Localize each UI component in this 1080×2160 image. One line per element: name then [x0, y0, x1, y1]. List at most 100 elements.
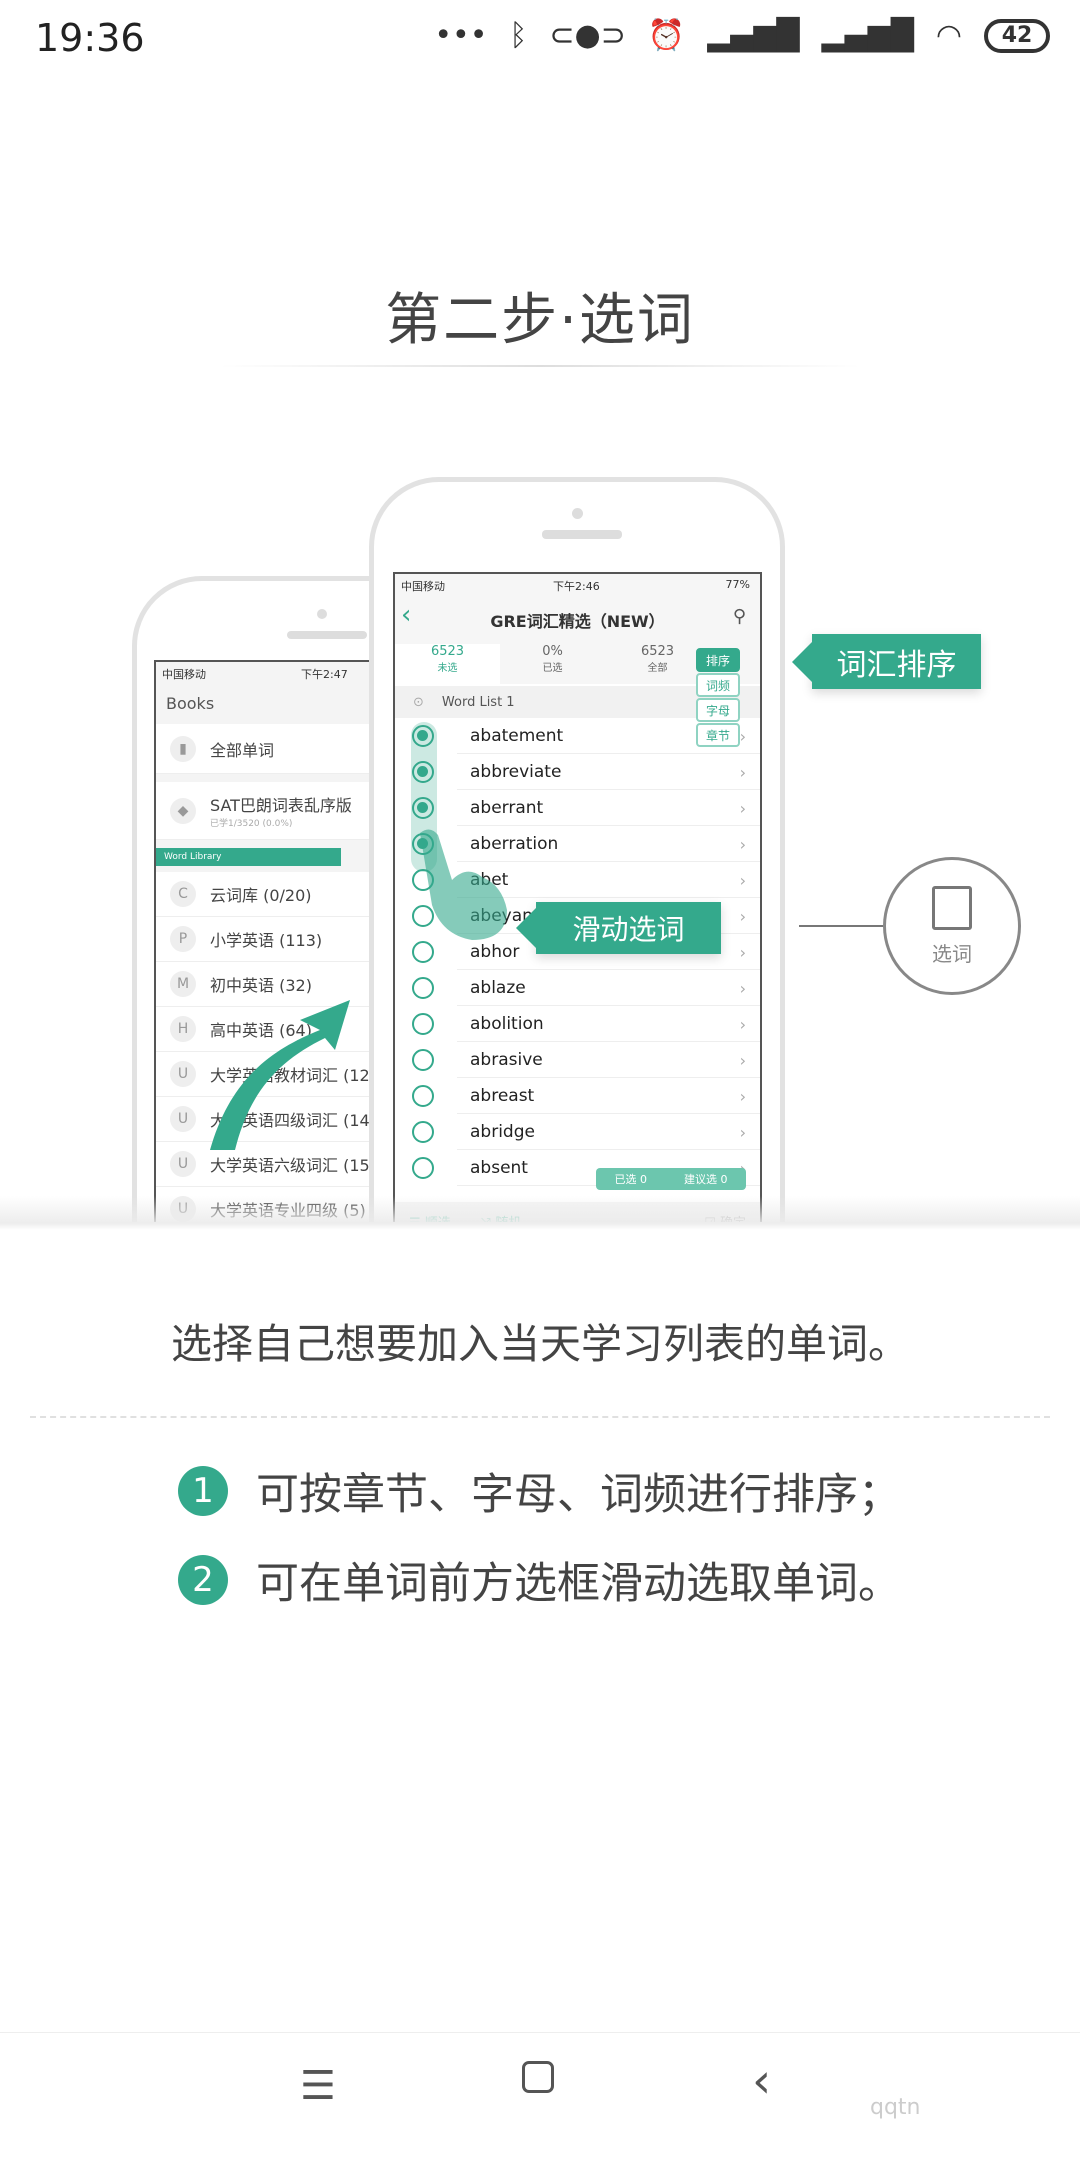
tip-item: 2 可在单词前方选框滑动选取单词。 — [178, 1549, 901, 1611]
book-item[interactable]: ◆ SAT巴朗词表乱序版 已学1/3520 (0.0%) — [156, 782, 392, 840]
select-checkbox[interactable] — [412, 1049, 434, 1071]
book-progress: 已学1/3520 (0.0%) — [210, 819, 293, 829]
tab-value: 6523 — [430, 644, 465, 659]
suggested-count: 建议选 0 — [684, 1173, 728, 1186]
signal-icon: ▂▄▆█ — [821, 18, 914, 53]
chevron-right-icon: › — [739, 1014, 746, 1034]
word-label: abrasive — [470, 1050, 543, 1070]
select-checkbox[interactable] — [412, 1085, 434, 1107]
status-icons: ••• ᛒ ⊂●⊃ ⏰ ▂▄▆█ ▂▄▆█ ◠ 42 — [434, 18, 1050, 53]
chevron-right-icon: › — [739, 870, 746, 890]
tab-value: 0% — [542, 644, 563, 659]
illustration-fade — [0, 1196, 1080, 1230]
books-header: Books — [166, 694, 215, 713]
status-carrier: 中国移动 — [162, 668, 206, 681]
alarm-icon: ⏰ — [647, 18, 686, 53]
bluetooth-icon: ᛒ — [509, 18, 528, 53]
list-header-label: Word List 1 — [441, 694, 515, 710]
menu-icon[interactable]: ☰ — [300, 2063, 336, 2109]
circle-label: 选词 — [932, 941, 972, 966]
stat-tab[interactable]: 6523 未选 — [395, 644, 500, 684]
word-label: abreast — [470, 1086, 535, 1106]
nav-title: GRE词汇精选（NEW） — [490, 612, 665, 631]
book-label: 全部单词 — [210, 740, 275, 760]
word-label: abatement — [470, 726, 564, 746]
word-row[interactable]: abolition › — [395, 1006, 760, 1042]
word-label: aberrant — [470, 798, 544, 818]
tip-text: 可在单词前方选框滑动选取单词。 — [256, 1559, 901, 1609]
library-badge: M — [170, 971, 196, 997]
status-battery: 77% — [725, 578, 750, 591]
chevron-right-icon: › — [739, 798, 746, 818]
library-badge: U — [170, 1106, 196, 1132]
chevron-right-icon: › — [739, 942, 746, 962]
word-row[interactable]: abreast › — [395, 1078, 760, 1114]
dashed-divider — [30, 1416, 1050, 1418]
status-bar: 19:36 ••• ᛒ ⊂●⊃ ⏰ ▂▄▆█ ▂▄▆█ ◠ 42 — [0, 0, 1080, 80]
bookmark-icon: ◆ — [170, 797, 196, 824]
library-badge: P — [170, 926, 196, 952]
toggle-icon: ⊂●⊃ — [549, 18, 626, 53]
connector-line — [799, 925, 883, 927]
navigation-bar: ☰ ‹ qqtn — [0, 2032, 1080, 2160]
select-checkbox[interactable] — [412, 1121, 434, 1143]
library-label: 云词库 (0/20) — [210, 886, 312, 905]
tab-label: 已选 — [542, 663, 563, 674]
word-label: absent — [470, 1158, 528, 1178]
word-row[interactable]: ablaze › — [395, 970, 760, 1006]
more-dots-icon: ••• — [434, 18, 488, 53]
library-label: 小学英语 (113) — [210, 931, 323, 950]
word-row[interactable]: abatement › — [395, 718, 760, 754]
word-label: abbreviate — [470, 762, 562, 782]
selected-count: 已选 0 — [614, 1173, 648, 1186]
chevron-right-icon: › — [739, 1086, 746, 1106]
home-icon[interactable] — [522, 2061, 554, 2093]
sort-callout: 词汇排序 — [792, 634, 981, 689]
back-icon[interactable]: ‹ — [752, 2053, 771, 2109]
chevron-right-icon: › — [739, 978, 746, 998]
list-header[interactable]: ⊙ Word List 1 — [395, 686, 760, 718]
word-label: abridge — [470, 1122, 535, 1142]
illustration: 中国移动 下午2:47 Books ▮ 全部单词 ◆ SAT巴朗词表乱序版 已学1/3… — [0, 470, 1080, 1222]
tip-item: 1 可按章节、字母、词频进行排序； — [178, 1460, 901, 1522]
battery-icon: 42 — [984, 18, 1050, 53]
library-item[interactable]: P 小学英语 (113) — [156, 917, 392, 962]
chevron-right-icon: › — [739, 834, 746, 854]
select-checkbox[interactable] — [412, 1157, 434, 1179]
select-words-circle: 选词 — [883, 857, 1021, 995]
word-row[interactable]: abrasive › — [395, 1042, 760, 1078]
library-badge: H — [170, 1016, 196, 1042]
book-outline-icon — [932, 885, 972, 930]
word-row[interactable]: abbreviate › — [395, 754, 760, 790]
word-row[interactable]: aberrant › — [395, 790, 760, 826]
library-badge: U — [170, 1151, 196, 1177]
wifi-icon: ◠ — [935, 18, 962, 53]
book-icon: ▮ — [170, 735, 196, 762]
page-title: 第二步·选词 — [385, 288, 695, 353]
collapse-icon: ⊙ — [413, 694, 424, 710]
status-time: 19:36 — [35, 16, 145, 60]
number-badge: 1 — [178, 1466, 228, 1516]
search-icon[interactable]: ⚲ — [733, 606, 746, 627]
chevron-right-icon: › — [739, 762, 746, 782]
tab-value: 6523 — [640, 644, 675, 659]
swipe-arrow-icon — [210, 1000, 350, 1150]
word-row[interactable]: abridge › — [395, 1114, 760, 1150]
select-checkbox[interactable] — [412, 1013, 434, 1035]
library-banner: Word Library — [156, 848, 341, 866]
library-badge: C — [170, 881, 196, 907]
select-checkbox[interactable] — [412, 977, 434, 999]
word-label: abolition — [470, 1014, 544, 1034]
tab-label: 未选 — [437, 663, 458, 674]
chevron-right-icon: › — [739, 906, 746, 926]
tip-text: 可按章节、字母、词频进行排序； — [256, 1470, 901, 1520]
stat-tab[interactable]: 6523 全部 — [605, 644, 710, 684]
stat-tab[interactable]: 0% 已选 — [500, 644, 605, 684]
library-item[interactable]: C 云词库 (0/20) — [156, 872, 392, 917]
watermark-logo: qqtn — [870, 2095, 921, 2120]
number-badge: 2 — [178, 1555, 228, 1605]
library-badge: U — [170, 1061, 196, 1087]
hd-signal-icon: ▂▄▆█ — [707, 18, 800, 53]
word-label: abhor — [470, 942, 520, 962]
book-item[interactable]: ▮ 全部单词 — [156, 724, 392, 774]
